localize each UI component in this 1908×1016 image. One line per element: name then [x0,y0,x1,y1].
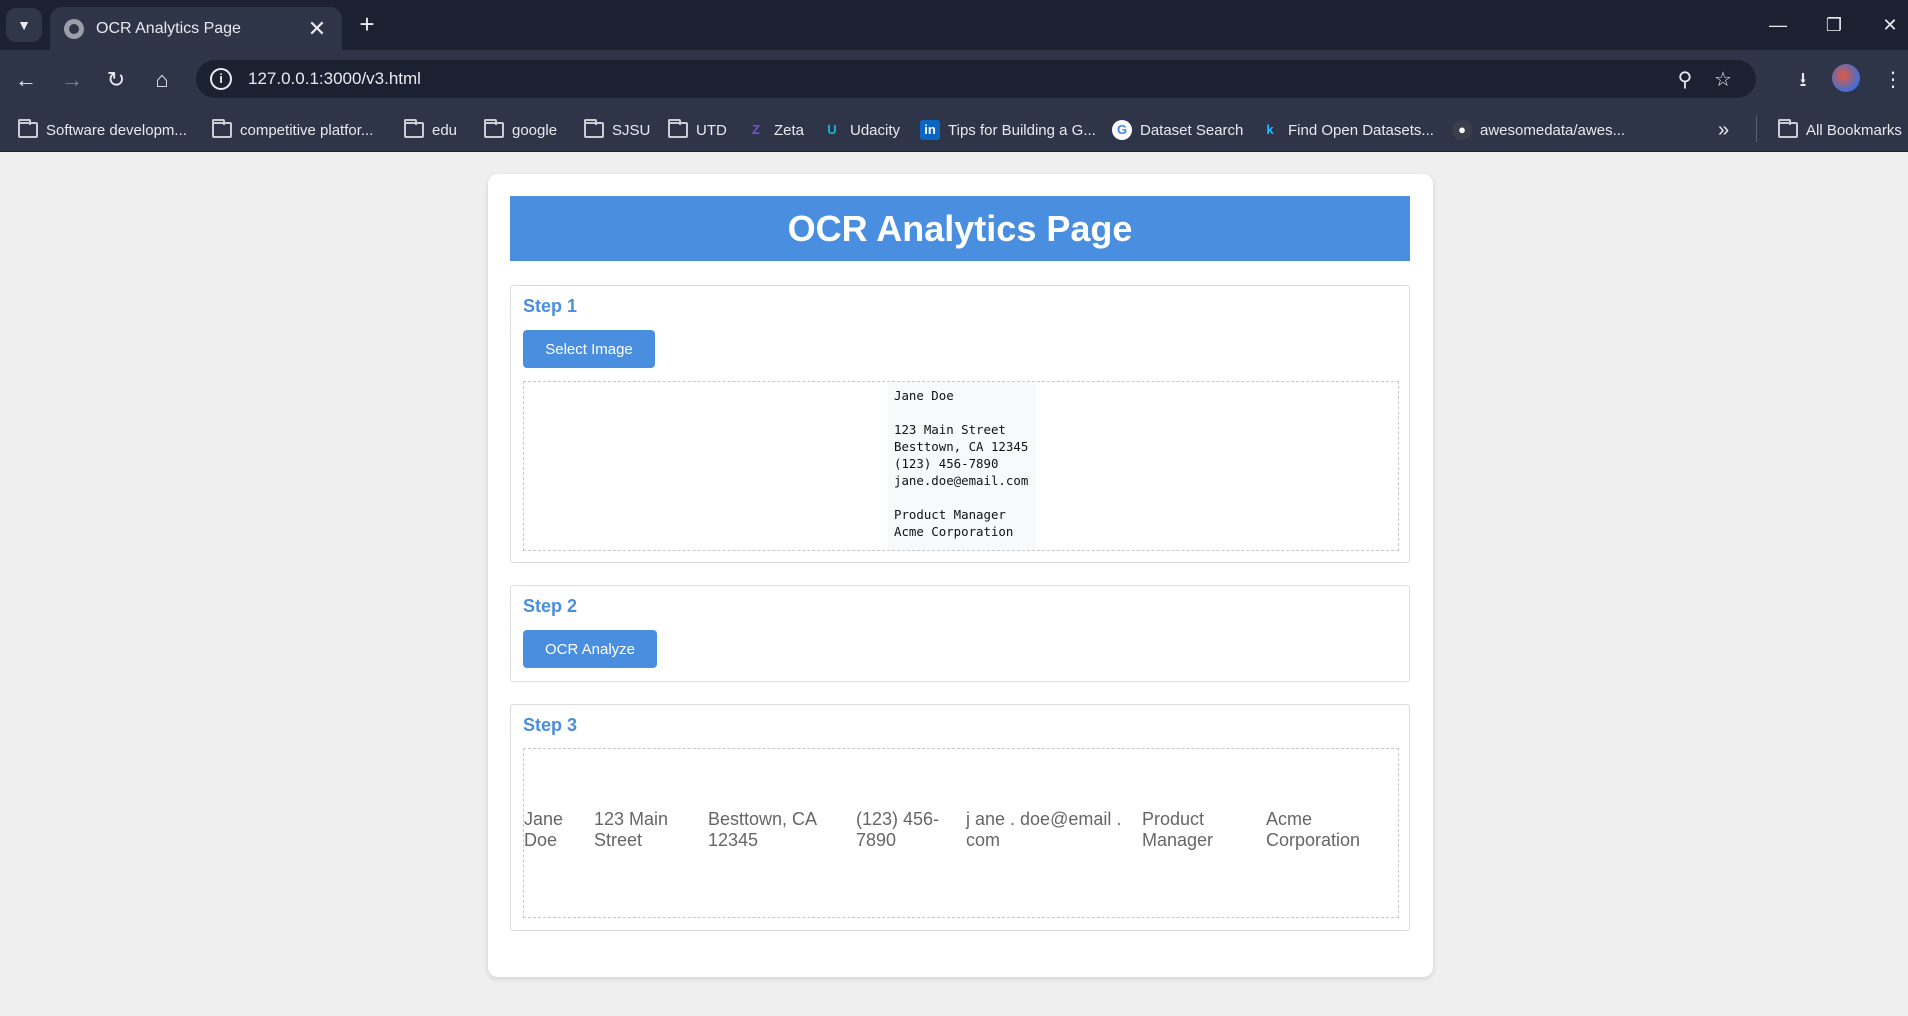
result-cell: Product Manager [1142,809,1214,850]
ocr-results-row: Jane Doe 123 Main Street Besttown, CA 12… [524,809,1400,851]
all-bookmarks-folder[interactable]: All Bookmarks [1778,118,1902,142]
image-line: Acme Corporation [894,524,1014,539]
kaggle-icon: k [1266,122,1274,137]
site-info-icon[interactable]: i [210,68,232,90]
bookmark-label: edu [432,121,458,139]
folder-icon [668,119,688,138]
bookmark-folder[interactable]: edu [404,118,457,142]
ocr-analyze-button[interactable]: OCR Analyze [523,630,657,668]
image-preview-area: Jane Doe 123 Main Street Besttown, CA 12… [523,381,1399,551]
folder-icon [584,119,604,138]
back-arrow-icon[interactable]: ← [10,64,42,96]
bookmark-folder[interactable]: UTD [668,118,727,142]
result-cell: Jane Doe [524,809,564,850]
step3-title: Step 3 [523,715,578,735]
forward-arrow-icon[interactable]: → [56,64,88,96]
menu-dots-icon[interactable]: ⋮ [1876,64,1908,96]
bookmark-label: Find Open Datasets... [1288,121,1434,139]
download-icon[interactable]: ⭳ [1786,64,1820,96]
result-cell: 123 Main Street [594,809,669,850]
new-tab-button[interactable]: + [352,10,382,40]
image-line: Besttown, CA 12345 [894,439,1029,454]
bookmark-linkedin[interactable]: in Tips for Building a G... [920,118,1096,142]
bookmark-label: competitive platfor... [240,121,374,139]
result-cell: Acme Corporation [1266,809,1361,850]
step1-panel: Step 1 Select Image Jane Doe 123 Main St… [510,285,1410,563]
globe-icon [64,18,84,39]
browser-toolbar: ← → ↻ ⌂ i 127.0.0.1:3000/v3.html ⚲ ☆ ⭳ ⋮ [0,50,1908,108]
url-text[interactable]: 127.0.0.1:3000/v3.html [248,69,1666,89]
github-icon: ● [1452,120,1472,140]
bookmark-folder[interactable]: Software developm... [18,118,187,142]
image-line: Jane Doe [894,388,954,403]
bookmark-label: SJSU [612,121,651,139]
tab-search-button[interactable]: ▼ [6,8,42,42]
tab-title: OCR Analytics Page [96,19,241,37]
chevron-down-icon: ▼ [17,17,31,33]
bookmarks-overflow-button[interactable]: » [1718,118,1729,142]
reload-icon[interactable]: ↻ [100,64,132,96]
google-icon: G [1112,120,1132,140]
image-line: (123) 456-7890 [894,456,999,471]
folder-icon [484,119,504,138]
folder-icon [404,119,424,138]
home-icon[interactable]: ⌂ [146,64,178,96]
bookmark-label: Tips for Building a G... [948,121,1096,139]
minimize-icon[interactable]: — [1758,10,1798,40]
main-card: OCR Analytics Page Step 1 Select Image J… [488,174,1433,977]
address-bar[interactable]: i 127.0.0.1:3000/v3.html ⚲ ☆ [196,60,1756,98]
step2-title: Step 2 [523,596,578,616]
star-icon[interactable]: ☆ [1704,67,1742,92]
result-cell: Besttown, CA 12345 [708,809,817,850]
folder-icon [1778,119,1798,138]
bookmark-udacity[interactable]: U Udacity [822,118,900,142]
close-icon[interactable]: ✕ [306,17,328,40]
bookmark-github[interactable]: ● awesomedata/awes... [1452,118,1625,142]
zoom-icon[interactable]: ⚲ [1666,67,1704,92]
udacity-icon: U [827,122,837,137]
bookmark-label: UTD [696,121,727,139]
zeta-icon: Z [752,122,760,137]
folder-icon [212,119,232,138]
bookmark-label: All Bookmarks [1806,121,1902,139]
bookmark-folder[interactable]: competitive platfor... [212,118,373,142]
bookmarks-bar: Software developm... competitive platfor… [0,108,1908,152]
bookmark-label: Dataset Search [1140,121,1244,139]
bookmark-folder[interactable]: google [484,118,557,142]
bookmark-label: Udacity [850,121,901,139]
bookmark-zeta[interactable]: Z Zeta [746,118,804,142]
folder-icon [18,119,38,138]
bookmark-dataset-search[interactable]: G Dataset Search [1112,118,1243,142]
step1-title: Step 1 [523,296,578,316]
tab-strip: ▼ OCR Analytics Page ✕ + — ❐ ✕ [0,0,1908,50]
linkedin-icon: in [920,120,940,140]
bookmark-label: awesomedata/awes... [1480,121,1626,139]
bookmarks-divider [1756,116,1757,142]
window-close-icon[interactable]: ✕ [1870,10,1908,40]
business-card-image: Jane Doe 123 Main Street Besttown, CA 12… [888,382,1036,550]
bookmark-folder[interactable]: SJSU [584,118,650,142]
bookmark-label: Software developm... [46,121,187,139]
page-title: OCR Analytics Page [510,196,1410,261]
step2-panel: Step 2 OCR Analyze [510,585,1410,682]
ocr-results-area: Jane Doe 123 Main Street Besttown, CA 12… [523,748,1399,918]
step3-panel: Step 3 Jane Doe 123 Main Street Besttown… [510,704,1410,931]
result-cell: (123) 456-7890 [856,809,940,850]
result-cell: j ane . doe@email . com [966,809,1122,850]
image-line: jane.doe@email.com [894,473,1029,488]
bookmark-label: google [512,121,558,139]
bookmark-label: Zeta [774,121,805,139]
bookmark-kaggle[interactable]: k Find Open Datasets... [1260,118,1434,142]
avatar[interactable] [1832,64,1860,92]
image-line: Product Manager [894,507,1006,522]
image-line: 123 Main Street [894,422,1006,437]
restore-icon[interactable]: ❐ [1814,10,1854,40]
select-image-button[interactable]: Select Image [523,330,655,368]
tab-active[interactable]: OCR Analytics Page ✕ [50,7,342,50]
